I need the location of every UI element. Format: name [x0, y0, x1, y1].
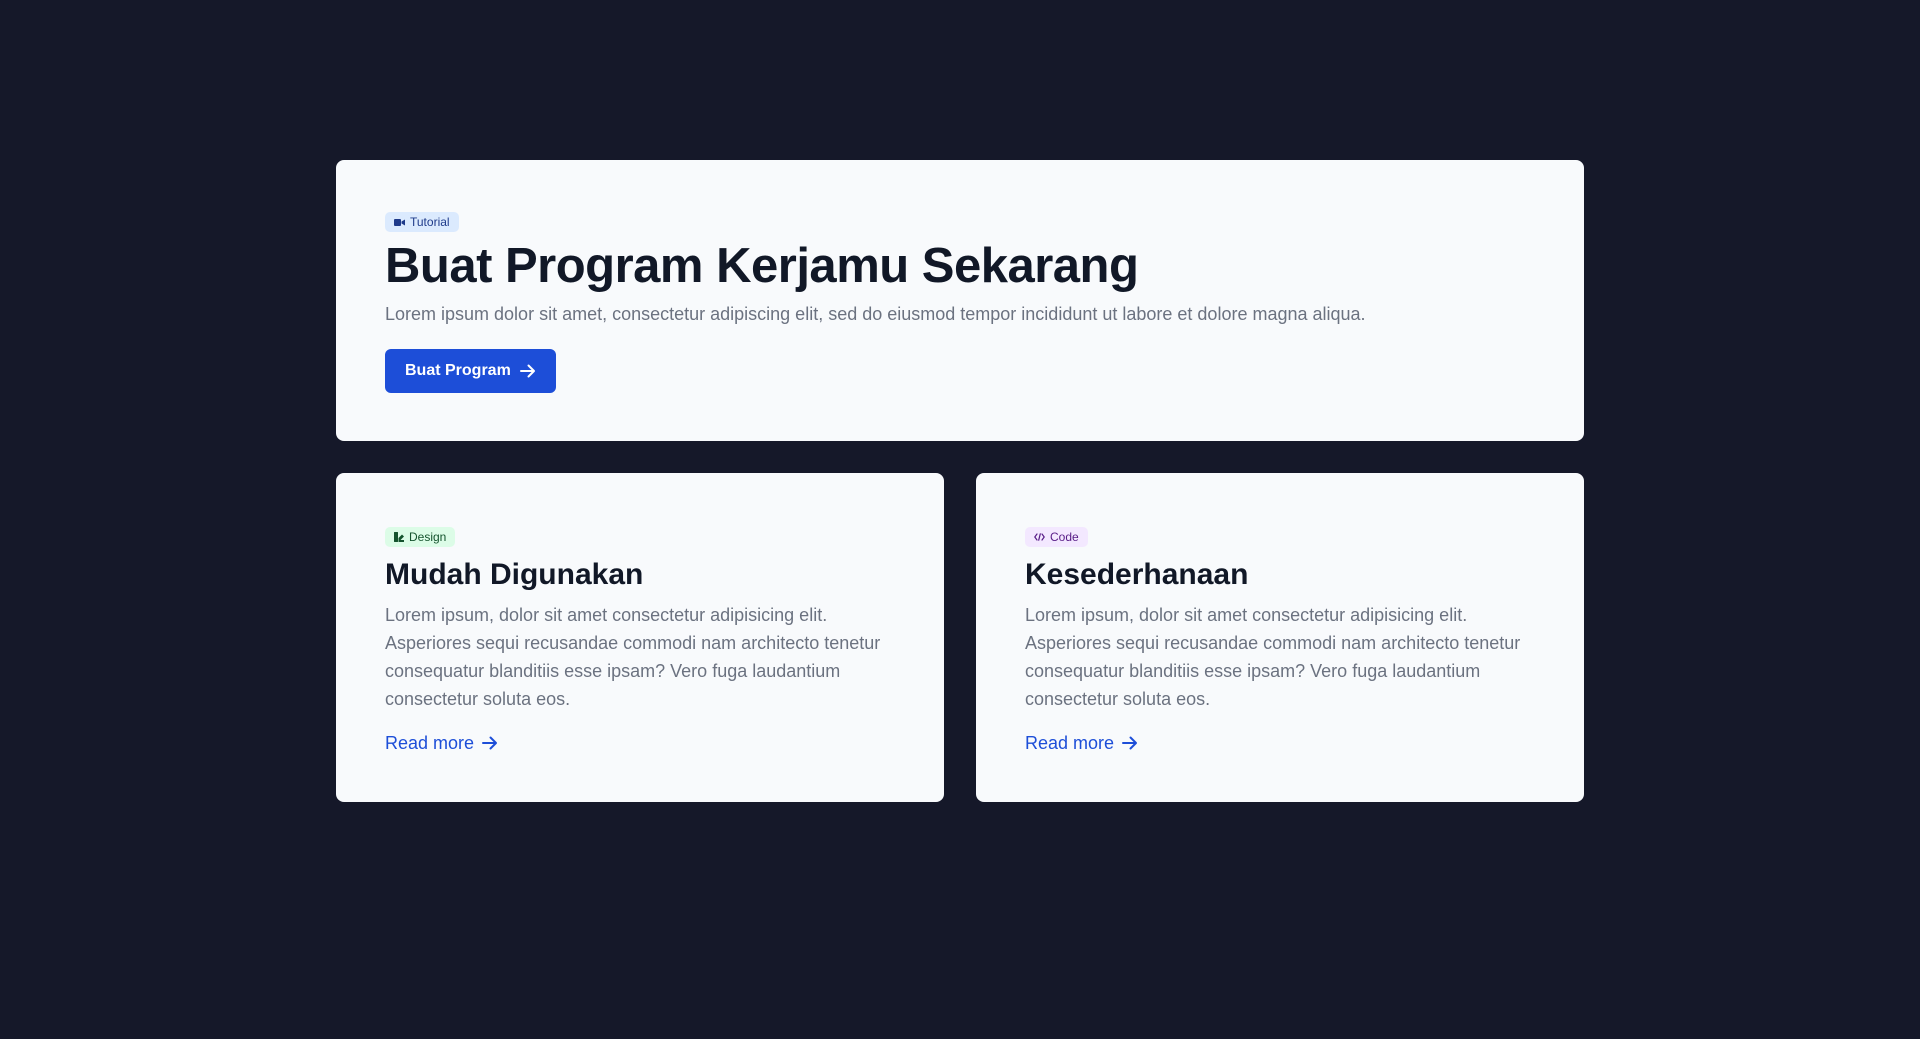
read-more-link[interactable]: Read more	[385, 729, 498, 757]
arrow-right-icon	[519, 364, 535, 378]
hero-card: Tutorial Buat Program Kerjamu Sekarang L…	[336, 160, 1584, 441]
read-more-label: Read more	[1025, 733, 1115, 753]
hero-title: Buat Program Kerjamu Sekarang	[385, 239, 1139, 293]
feature-description: Lorem ipsum, dolor sit amet consectetur …	[385, 605, 881, 709]
code-badge: Code	[1025, 527, 1088, 547]
arrow-right-icon	[1122, 736, 1138, 750]
video-camera-icon	[394, 218, 405, 226]
arrow-right-icon	[482, 736, 498, 750]
feature-title: Kesederhanaan	[1025, 558, 1249, 591]
design-icon	[394, 532, 404, 542]
design-badge: Design	[385, 527, 456, 547]
read-more-link[interactable]: Read more	[1025, 729, 1138, 757]
code-badge-label: Code	[1050, 530, 1079, 544]
feature-card-code: Code Kesederhanaan Lorem ipsum, dolor si…	[976, 473, 1584, 802]
tutorial-badge-label: Tutorial	[410, 215, 450, 229]
feature-card-design: Design Mudah Digunakan Lorem ipsum, dolo…	[336, 473, 944, 802]
feature-description: Lorem ipsum, dolor sit amet consectetur …	[1025, 605, 1521, 709]
read-more-label: Read more	[385, 733, 475, 753]
create-program-button[interactable]: Buat Program	[385, 349, 556, 393]
code-icon	[1034, 533, 1045, 541]
tutorial-badge: Tutorial	[385, 212, 459, 232]
design-badge-label: Design	[409, 530, 447, 544]
create-program-button-label: Buat Program	[405, 362, 511, 379]
hero-description: Lorem ipsum dolor sit amet, consectetur …	[385, 304, 1366, 324]
feature-title: Mudah Digunakan	[385, 558, 644, 591]
